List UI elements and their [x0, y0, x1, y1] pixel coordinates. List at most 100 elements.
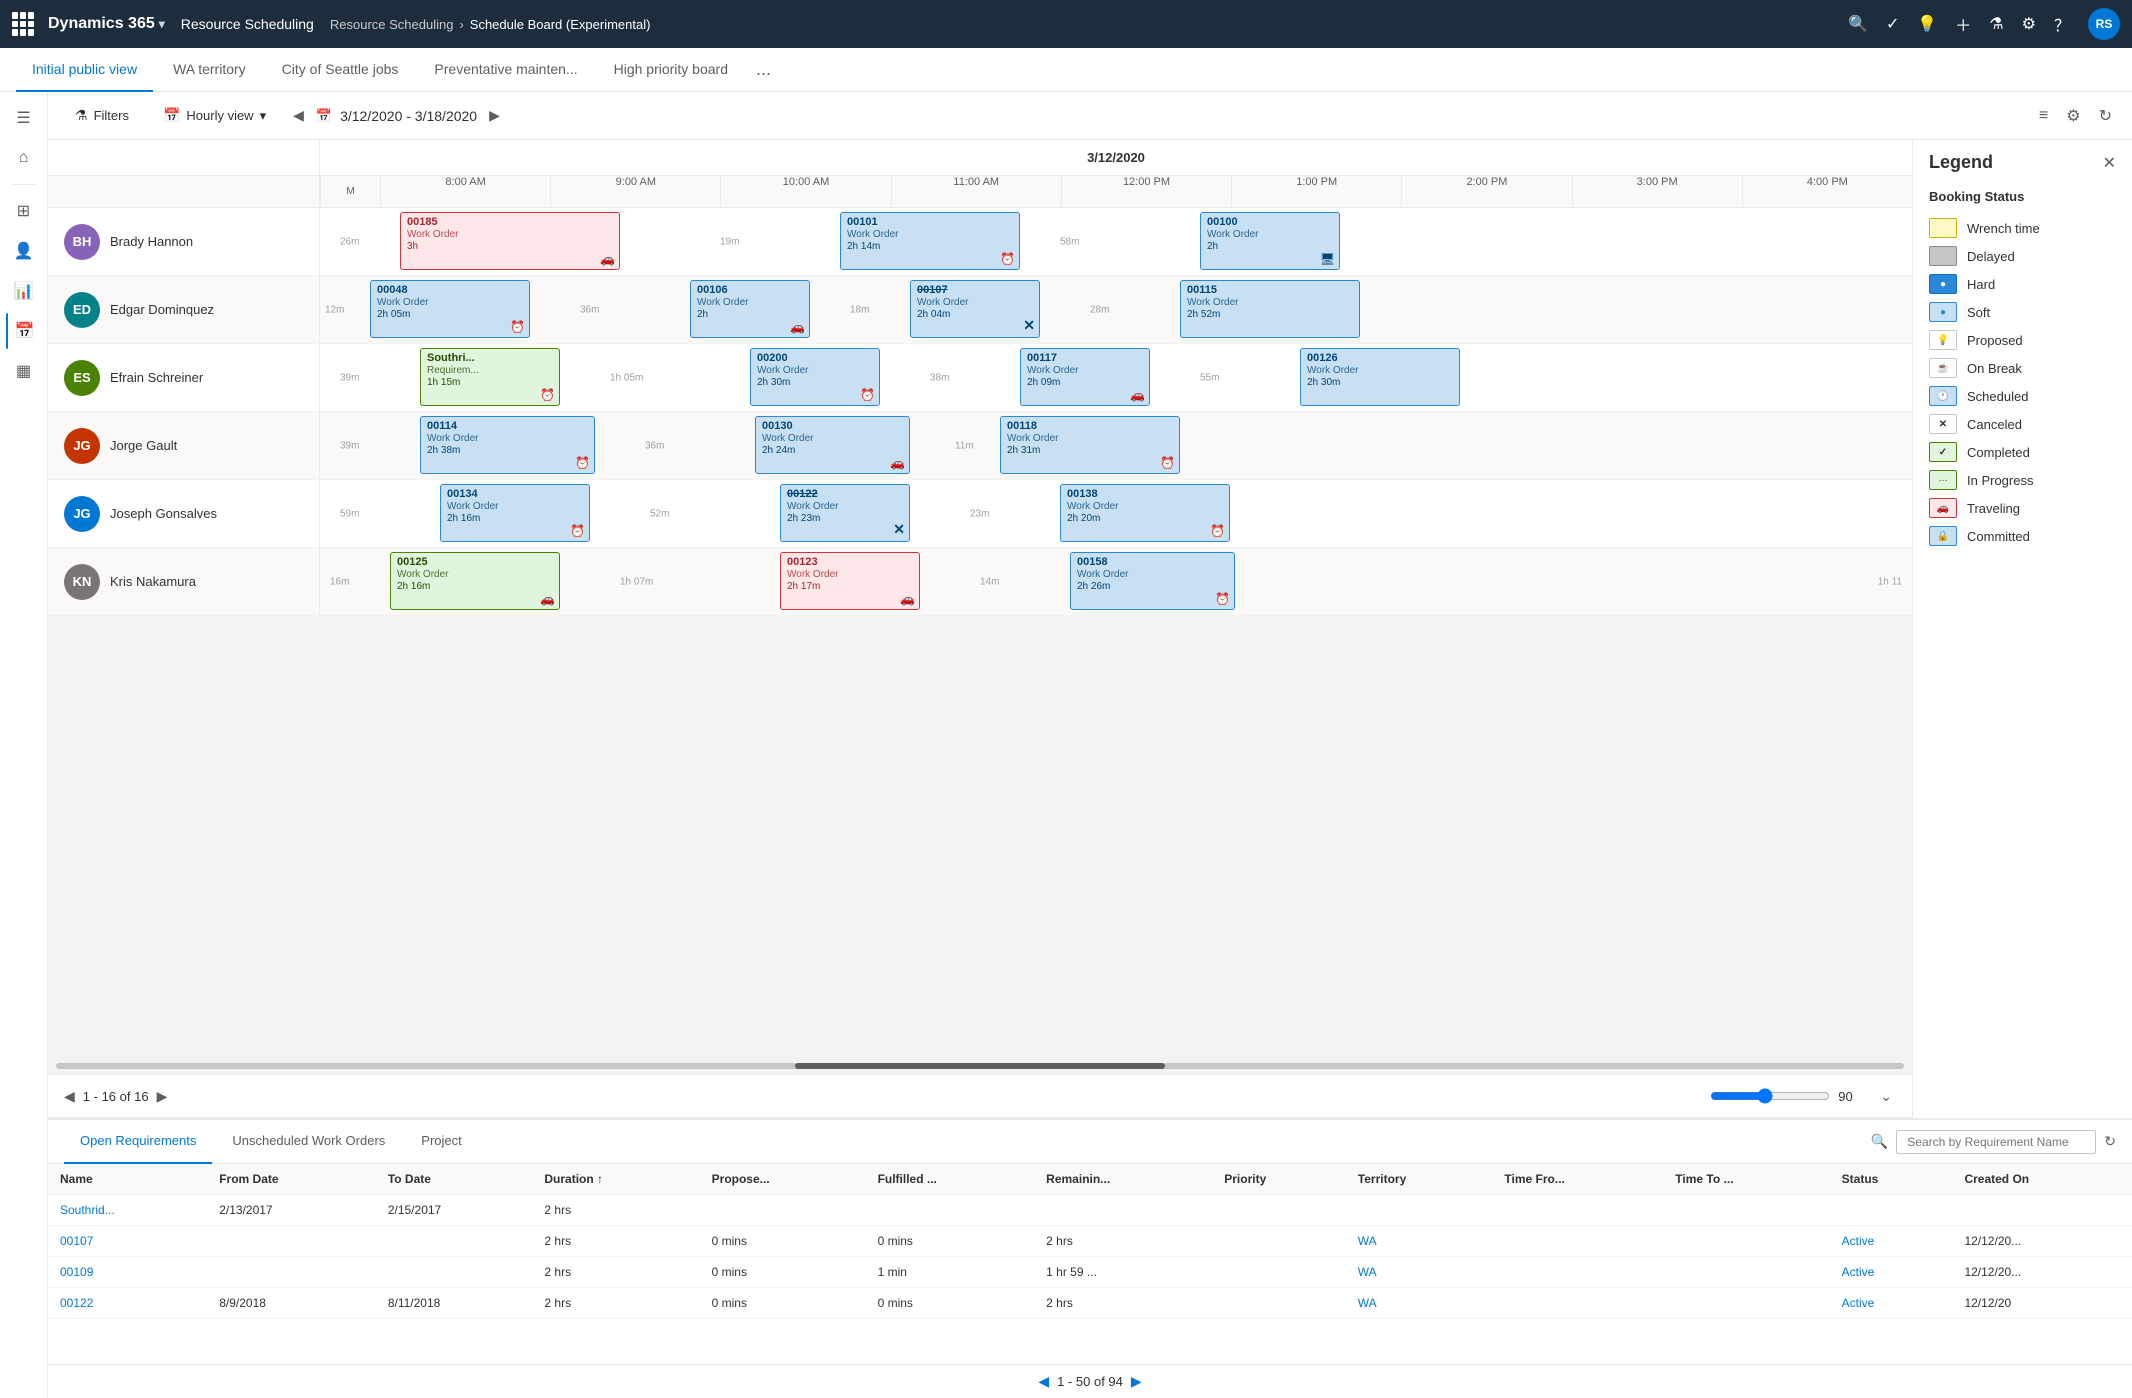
- filters-button[interactable]: ⚗ Filters: [64, 100, 140, 131]
- tab-city-seattle[interactable]: City of Seattle jobs: [266, 48, 415, 92]
- bottom-refresh-icon[interactable]: ↻: [2104, 1133, 2116, 1150]
- sidebar-calendar-icon[interactable]: 📅: [6, 313, 42, 349]
- settings-board-icon[interactable]: ⚙: [2062, 102, 2084, 130]
- row-status-3[interactable]: Active: [1842, 1296, 1875, 1310]
- tab-initial-public-view[interactable]: Initial public view: [16, 48, 153, 92]
- booking-00100[interactable]: 00100 Work Order 2h 🖥: [1200, 212, 1340, 270]
- avatar-kris: KN: [64, 564, 100, 600]
- booking-00114[interactable]: 00114 Work Order 2h 38m ⏰: [420, 416, 595, 474]
- next-page-button[interactable]: ▶: [157, 1088, 168, 1105]
- col-header-status[interactable]: Status: [1830, 1164, 1953, 1195]
- booking-00117[interactable]: 00117 Work Order 2h 09m 🚗: [1020, 348, 1150, 406]
- col-header-remaining[interactable]: Remainin...: [1034, 1164, 1212, 1195]
- horizontal-scrollbar[interactable]: [56, 1063, 1904, 1069]
- col-header-timefrom[interactable]: Time Fro...: [1492, 1164, 1663, 1195]
- sidebar-sitemap-icon[interactable]: ⊞: [6, 193, 42, 229]
- schedule-body[interactable]: BH Brady Hannon 26m 00185 Work Order 3h …: [48, 208, 1912, 1058]
- table-container[interactable]: Name From Date To Date Duration ↑ Propos…: [48, 1164, 2132, 1364]
- col-header-fromdate[interactable]: From Date: [207, 1164, 376, 1195]
- row-territory-3[interactable]: WA: [1358, 1296, 1377, 1310]
- list-view-icon[interactable]: ≡: [2035, 103, 2052, 129]
- row-name-00107[interactable]: 00107: [60, 1234, 93, 1248]
- booking-southri[interactable]: Southri... Requirem... 1h 15m ⏰: [420, 348, 560, 406]
- gap-joseph-1: 59m: [340, 508, 359, 519]
- col-header-duration[interactable]: Duration ↑: [532, 1164, 699, 1195]
- tab-high-priority[interactable]: High priority board: [598, 48, 744, 92]
- booking-00125[interactable]: 00125 Work Order 2h 16m 🚗: [390, 552, 560, 610]
- search-topbar-icon[interactable]: 🔍: [1848, 14, 1868, 34]
- col-header-name[interactable]: Name: [48, 1164, 207, 1195]
- col-header-timeto[interactable]: Time To ...: [1663, 1164, 1829, 1195]
- col-header-proposed[interactable]: Propose...: [700, 1164, 866, 1195]
- row-name-00122[interactable]: 00122: [60, 1296, 93, 1310]
- row-name-00109[interactable]: 00109: [60, 1265, 93, 1279]
- booking-00126[interactable]: 00126 Work Order 2h 30m: [1300, 348, 1460, 406]
- bottom-tab-unscheduled[interactable]: Unscheduled Work Orders: [216, 1120, 401, 1164]
- legend-label-inprogress: In Progress: [1967, 473, 2033, 488]
- expand-button[interactable]: ⌄: [1876, 1084, 1896, 1109]
- sidebar-people-icon[interactable]: 👤: [6, 233, 42, 269]
- filter-icon: ⚗: [75, 107, 88, 124]
- gap-edgar-4: 28m: [1090, 304, 1109, 315]
- bottom-prev-button[interactable]: ◀: [1038, 1373, 1049, 1390]
- booking-00122[interactable]: 00122 Work Order 2h 23m ✕: [780, 484, 910, 542]
- booking-00115[interactable]: 00115 Work Order 2h 52m: [1180, 280, 1360, 338]
- booking-00130[interactable]: 00130 Work Order 2h 24m 🚗: [755, 416, 910, 474]
- view-selector-button[interactable]: 📅 Hourly view ▾: [152, 100, 277, 131]
- bottom-tab-project[interactable]: Project: [405, 1120, 477, 1164]
- prev-page-button[interactable]: ◀: [64, 1088, 75, 1105]
- sidebar-home-icon[interactable]: ⌂: [6, 140, 42, 176]
- add-icon[interactable]: ＋: [1955, 12, 1971, 36]
- booking-00134[interactable]: 00134 Work Order 2h 16m ⏰: [440, 484, 590, 542]
- settings-topbar-icon[interactable]: ⚙: [2022, 14, 2036, 34]
- refresh-icon[interactable]: ↻: [2095, 102, 2116, 130]
- date-next-button[interactable]: ▶: [485, 103, 504, 128]
- booking-00118[interactable]: 00118 Work Order 2h 31m ⏰: [1000, 416, 1180, 474]
- sidebar-chart-icon[interactable]: 📊: [6, 273, 42, 309]
- bottom-search-input[interactable]: [1896, 1130, 2096, 1154]
- tab-wa-territory[interactable]: WA territory: [157, 48, 262, 92]
- filter-topbar-icon[interactable]: ⚗: [1989, 14, 2003, 34]
- row-territory-2[interactable]: WA: [1358, 1265, 1377, 1279]
- booking-00185[interactable]: 00185 Work Order 3h 🚗: [400, 212, 620, 270]
- date-prev-button[interactable]: ◀: [289, 103, 308, 128]
- row-remaining-3: 2 hrs: [1034, 1288, 1212, 1319]
- row-territory-1[interactable]: WA: [1358, 1234, 1377, 1248]
- user-avatar[interactable]: RS: [2088, 8, 2120, 40]
- col-header-fulfilled[interactable]: Fulfilled ...: [866, 1164, 1035, 1195]
- bottom-next-button[interactable]: ▶: [1131, 1373, 1142, 1390]
- sidebar-menu-icon[interactable]: ☰: [6, 100, 42, 136]
- tab-preventative[interactable]: Preventative mainten...: [418, 48, 593, 92]
- help-icon[interactable]: ？: [2054, 12, 2070, 36]
- col-header-todate[interactable]: To Date: [376, 1164, 533, 1195]
- col-header-priority[interactable]: Priority: [1212, 1164, 1346, 1195]
- legend-close-button[interactable]: ✕: [2103, 153, 2116, 173]
- row-fulfilled-3: 0 mins: [866, 1288, 1035, 1319]
- booking-00107[interactable]: 00107 Work Order 2h 04m ✕: [910, 280, 1040, 338]
- legend-item-proposed: 💡 Proposed: [1929, 326, 2116, 354]
- row-status-1[interactable]: Active: [1842, 1234, 1875, 1248]
- lightbulb-icon[interactable]: 💡: [1917, 14, 1937, 34]
- schedule-row-efrain: ES Efrain Schreiner 39m Southri... Requi…: [48, 344, 1912, 412]
- breadcrumb-item-1[interactable]: Resource Scheduling: [330, 17, 454, 32]
- booking-00138[interactable]: 00138 Work Order 2h 20m ⏰: [1060, 484, 1230, 542]
- booking-00200[interactable]: 00200 Work Order 2h 30m ⏰: [750, 348, 880, 406]
- col-header-created[interactable]: Created On: [1952, 1164, 2132, 1195]
- toolbar-right: ≡ ⚙ ↻: [2035, 102, 2116, 130]
- booking-00123[interactable]: 00123 Work Order 2h 17m 🚗: [780, 552, 920, 610]
- sidebar-grid-icon[interactable]: ▦: [6, 353, 42, 389]
- booking-00048[interactable]: 00048 Work Order 2h 05m ⏰: [370, 280, 530, 338]
- row-name-southrid[interactable]: Southrid...: [60, 1203, 115, 1217]
- booking-00158[interactable]: 00158 Work Order 2h 26m ⏰: [1070, 552, 1235, 610]
- app-launcher-icon[interactable]: [12, 12, 36, 36]
- brand-chevron[interactable]: ▾: [159, 17, 165, 31]
- gap-efrain-3: 38m: [930, 372, 949, 383]
- booking-00106[interactable]: 00106 Work Order 2h 🚗: [690, 280, 810, 338]
- booking-00101[interactable]: 00101 Work Order 2h 14m ⏰: [840, 212, 1020, 270]
- tabs-more-button[interactable]: ...: [748, 59, 779, 80]
- row-status-2[interactable]: Active: [1842, 1265, 1875, 1279]
- zoom-slider[interactable]: [1710, 1088, 1830, 1104]
- bottom-tab-open-requirements[interactable]: Open Requirements: [64, 1120, 212, 1164]
- col-header-territory[interactable]: Territory: [1346, 1164, 1493, 1195]
- checklist-icon[interactable]: ✓: [1886, 14, 1899, 34]
